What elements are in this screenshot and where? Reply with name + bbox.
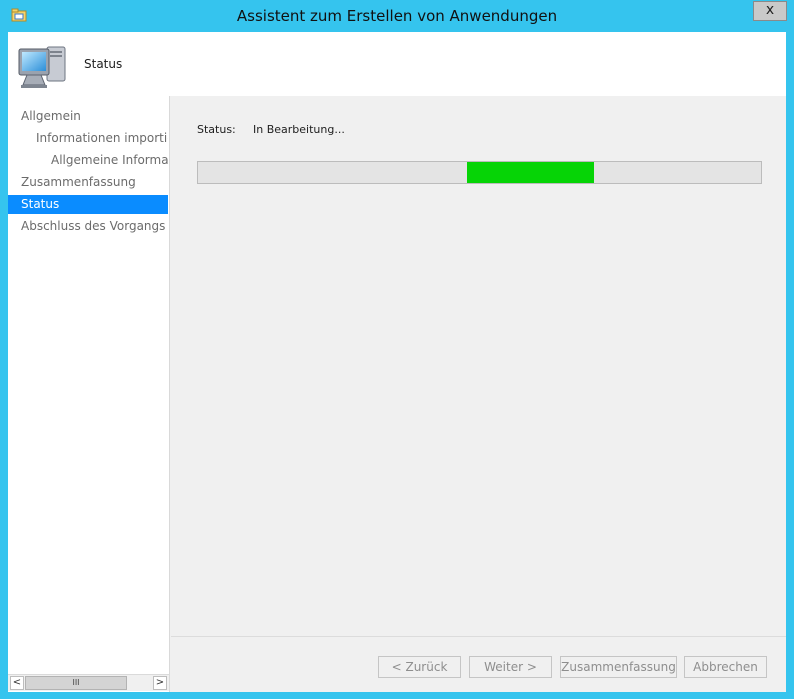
scroll-left-arrow-icon[interactable]: < xyxy=(10,676,24,690)
nav-item-status[interactable]: Status xyxy=(8,195,168,214)
wizard-nav: Allgemein Informationen importieren Allg… xyxy=(8,96,170,692)
header-title: Status xyxy=(84,57,123,71)
nav-item-informationen-importieren[interactable]: Informationen importieren xyxy=(8,129,168,148)
next-button[interactable]: Weiter > xyxy=(469,656,552,678)
status-value: In Bearbeitung... xyxy=(253,123,345,136)
back-button[interactable]: < Zurück xyxy=(378,656,461,678)
nav-horizontal-scrollbar[interactable]: < III > xyxy=(8,674,169,691)
wizard-header: Status xyxy=(8,32,786,96)
client-area: Status Allgemein Informationen importier… xyxy=(8,32,786,692)
footer-divider xyxy=(171,636,786,637)
window-title: Assistent zum Erstellen von Anwendungen xyxy=(236,7,558,25)
scroll-right-arrow-icon[interactable]: > xyxy=(153,676,167,690)
close-button[interactable]: x xyxy=(753,1,787,21)
nav-item-abschluss[interactable]: Abschluss des Vorgangs xyxy=(8,217,168,236)
status-label: Status: xyxy=(197,123,236,136)
wizard-content: Status: In Bearbeitung... < Zurück Weite… xyxy=(171,96,786,692)
nav-item-allgemeine-informationen[interactable]: Allgemeine Informationen xyxy=(8,151,168,170)
scroll-thumb[interactable]: III xyxy=(25,676,127,690)
cancel-button[interactable]: Abbrechen xyxy=(684,656,767,678)
progress-bar-fill xyxy=(467,162,594,183)
progress-bar xyxy=(197,161,762,184)
computer-icon xyxy=(18,46,66,88)
summary-button[interactable]: Zusammenfassung xyxy=(560,656,677,678)
wizard-window: Assistent zum Erstellen von Anwendungen … xyxy=(0,0,794,699)
title-bar[interactable]: Assistent zum Erstellen von Anwendungen … xyxy=(0,0,794,32)
nav-item-zusammenfassung[interactable]: Zusammenfassung xyxy=(8,173,168,192)
nav-item-allgemein[interactable]: Allgemein xyxy=(8,107,168,126)
